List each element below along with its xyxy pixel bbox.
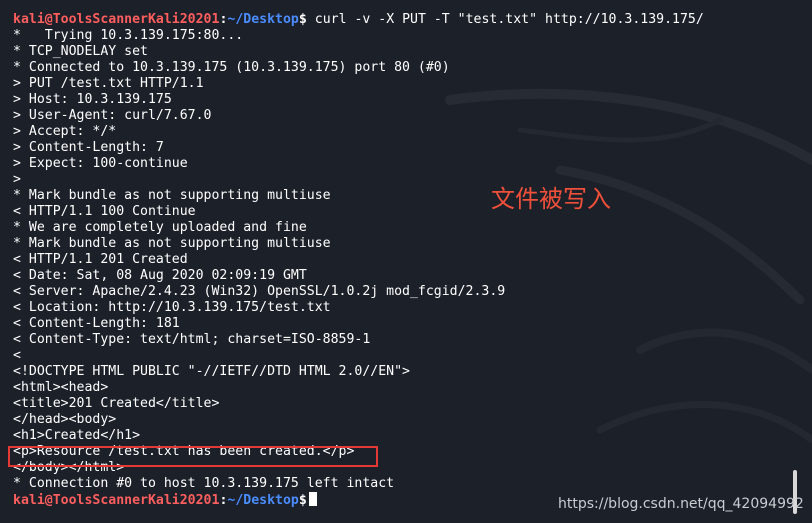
output-line: > Content-Length: 7 [13, 140, 164, 155]
output-line: > Accept: */* [13, 124, 117, 139]
output-line: * Connected to 10.3.139.175 (10.3.139.17… [13, 60, 450, 75]
command-line: kali@ToolsScannerKali20201:~/Desktop$ cu… [13, 12, 812, 28]
output-line: < HTTP/1.1 100 Continue [13, 204, 196, 219]
output-line: > [13, 172, 21, 187]
output-line: < HTTP/1.1 201 Created [13, 252, 188, 267]
output-line: > PUT /test.txt HTTP/1.1 [13, 76, 204, 91]
output-line: <!DOCTYPE HTML PUBLIC "-//IETF//DTD HTML… [13, 364, 410, 379]
output-line: <h1>Created</h1> [13, 428, 141, 443]
output-line: > Host: 10.3.139.175 [13, 92, 172, 107]
output-line: < Content-Length: 181 [13, 316, 180, 331]
output-line: * Connection #0 to host 10.3.139.175 lef… [13, 476, 395, 491]
output-line: * Trying 10.3.139.175:80... [13, 28, 244, 43]
annotation-file-written: 文件被写入 [491, 185, 611, 213]
output-line: < Server: Apache/2.4.23 (Win32) OpenSSL/… [13, 284, 506, 299]
prompt-symbol: $ [298, 12, 307, 27]
prompt-symbol: $ [298, 493, 307, 508]
output-line: < Date: Sat, 08 Aug 2020 02:09:19 GMT [13, 268, 307, 283]
prompt-user-host: kali@ToolsScannerKali20201 [13, 12, 220, 27]
output-line: > User-Agent: curl/7.67.0 [13, 108, 212, 123]
output-line: > Expect: 100-continue [13, 156, 188, 171]
output-line: </head><body> [13, 412, 117, 427]
output-line: * Mark bundle as not supporting multiuse [13, 236, 331, 251]
output-line: <html><head> [13, 380, 109, 395]
output-line: <title>201 Created</title> [13, 396, 220, 411]
output-line: * We are completely uploaded and fine [13, 220, 307, 235]
output-line: < Content-Type: text/html; charset=ISO-8… [13, 332, 371, 347]
output-line: < Location: http://10.3.139.175/test.txt [13, 300, 331, 315]
terminal-window[interactable]: kali@ToolsScannerKali20201:~/Desktop$ cu… [0, 0, 812, 523]
highlight-box [8, 446, 378, 467]
output-line: < [13, 348, 21, 363]
prompt-path: ~/Desktop [227, 493, 299, 508]
command-text: curl -v -X PUT -T "test.txt" http://10.3… [306, 12, 704, 27]
prompt-user-host: kali@ToolsScannerKali20201 [13, 493, 220, 508]
watermark: https://blog.csdn.net/qq_42094992 [558, 496, 804, 512]
text-cursor [308, 492, 317, 506]
output-line: * Mark bundle as not supporting multiuse [13, 188, 331, 203]
output-line: * TCP_NODELAY set [13, 44, 148, 59]
terminal-output: kali@ToolsScannerKali20201:~/Desktop$ cu… [13, 12, 812, 508]
prompt-path: ~/Desktop [227, 12, 299, 27]
